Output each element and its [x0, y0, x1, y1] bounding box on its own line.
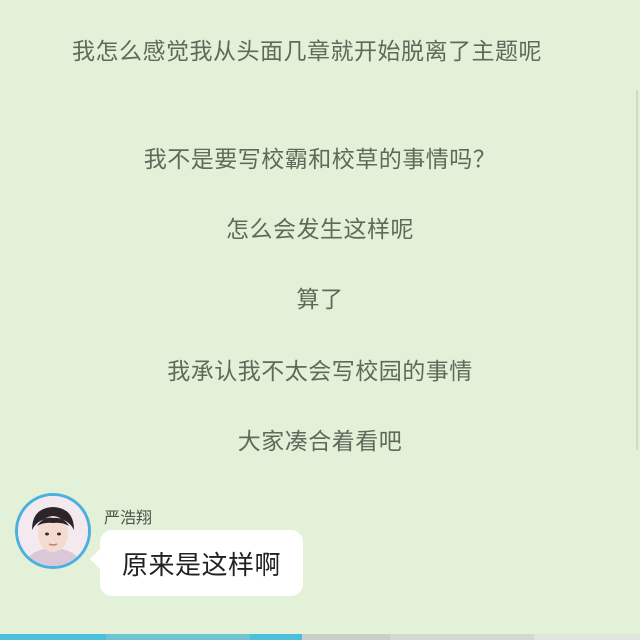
portrait-avatar-icon [18, 496, 88, 566]
progress-segment [0, 634, 106, 640]
story-line-5: 大家凑合着看吧 [237, 429, 403, 455]
story-line-4: 我承认我不太会写校园的事情 [167, 359, 473, 385]
progress-segment [106, 634, 250, 640]
scrollbar-thumb[interactable] [636, 90, 638, 450]
message-text: 原来是这样啊 [122, 550, 282, 581]
progress-segment [250, 634, 302, 640]
avatar[interactable] [18, 496, 88, 566]
progress-segment [302, 634, 390, 640]
story-paragraph-first: 我怎么感觉我从头面几章就开始脱离了主题呢 [72, 39, 542, 65]
story-line-3: 算了 [296, 287, 344, 313]
story-line-2: 怎么会发生这样呢 [226, 217, 414, 243]
speaker-name: 严浩翔 [104, 508, 153, 527]
message-bubble[interactable]: 原来是这样啊 [100, 530, 304, 596]
progress-segment [390, 634, 534, 640]
story-line-1: 我不是要写校霸和校草的事情吗？ [143, 147, 497, 173]
reading-progress-bar [0, 634, 640, 640]
